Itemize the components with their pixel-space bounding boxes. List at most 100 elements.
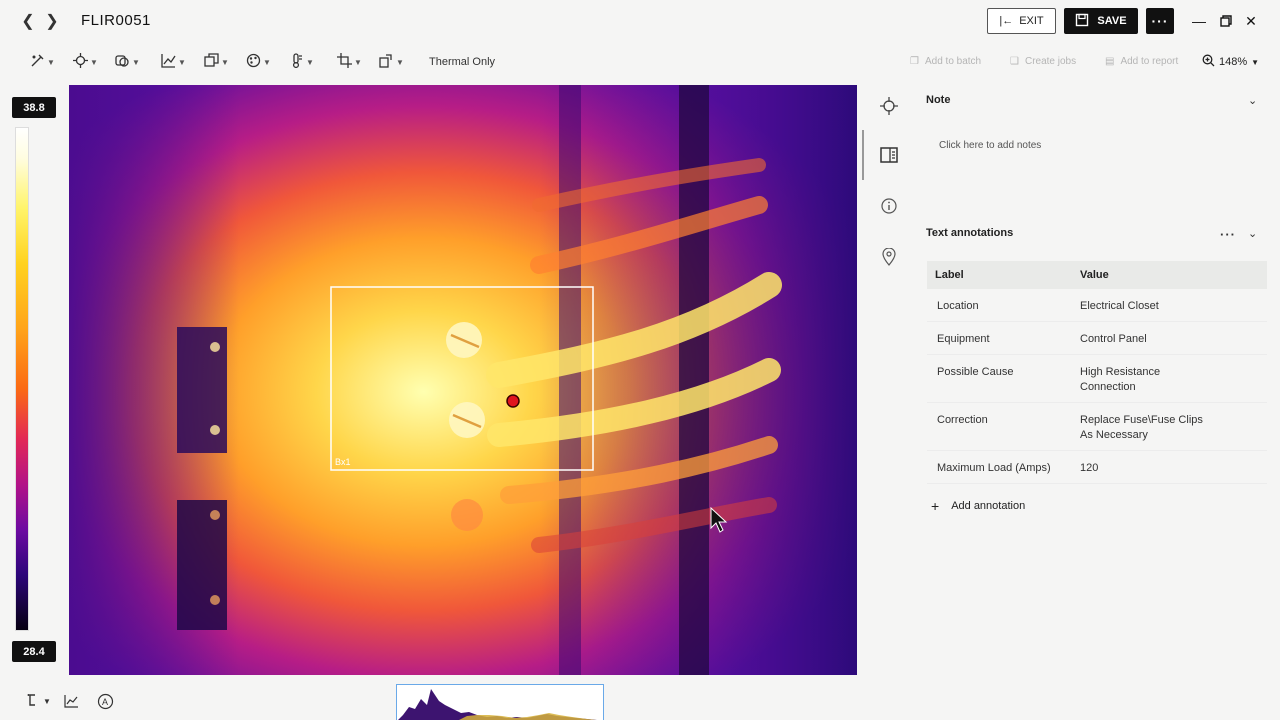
minimize-icon[interactable]: — (1190, 12, 1208, 30)
temperature-unit-button[interactable]: ▼ (27, 692, 51, 710)
histogram-toggle-icon[interactable] (64, 692, 79, 710)
info-icon[interactable] (878, 195, 900, 217)
annotation-value[interactable]: Electrical Closet (1080, 299, 1210, 312)
scale-min-value[interactable]: 28.4 (12, 641, 56, 662)
create-jobs-label: Create jobs (1024, 56, 1077, 67)
shape-tool-button[interactable]: ▼ (115, 52, 140, 72)
annotation-value[interactable]: Control Panel (1080, 332, 1210, 345)
chevron-down-icon: ▼ (1251, 57, 1260, 67)
line-chart-icon (161, 53, 176, 71)
measurement-box-label: Bx1 (335, 457, 351, 467)
create-jobs-button[interactable]: ❑ Create jobs (1010, 56, 1076, 67)
save-label: SAVE (1097, 15, 1127, 27)
text-annotations-heading: Text annotations (926, 227, 1014, 239)
crosshair-icon (73, 53, 88, 71)
annotation-label: Equipment (937, 333, 990, 345)
chevron-down-icon: ▼ (47, 57, 55, 67)
annotation-label: Location (937, 300, 979, 312)
more-options-button[interactable]: ··· (1146, 8, 1174, 34)
chevron-down-icon: ▼ (396, 57, 404, 67)
add-to-report-label: Add to report (1120, 56, 1179, 67)
annotation-label: Maximum Load (Amps) (937, 462, 1051, 474)
thermometer-icon (289, 53, 304, 71)
chevron-down-icon: ▼ (221, 57, 229, 67)
auto-adjust-icon[interactable]: A (97, 692, 114, 710)
measurement-crosshair-icon[interactable] (878, 95, 900, 117)
add-to-batch-button[interactable]: ❐ Add to batch (910, 56, 981, 67)
rotate-tool-button[interactable]: ▼ (379, 52, 404, 72)
note-input[interactable]: Click here to add notes (939, 140, 1041, 151)
table-row[interactable]: Equipment Control Panel (927, 322, 1267, 355)
location-pin-icon[interactable] (878, 246, 900, 268)
shapes-icon (115, 53, 130, 71)
layers-icon (204, 53, 219, 71)
add-annotation-button[interactable]: + Add annotation (931, 498, 1025, 514)
thermal-image[interactable]: Bx1 (69, 85, 857, 675)
table-row[interactable]: Possible Cause High Resistance Connectio… (927, 355, 1267, 403)
chevron-down-icon: ▼ (90, 57, 98, 67)
chevron-down-icon: ▼ (132, 57, 140, 67)
temperature-scale: 38.8 28.4 (12, 97, 56, 665)
add-annotation-label: Add annotation (951, 500, 1026, 512)
chevron-down-icon: ▼ (306, 57, 314, 67)
crop-tool-button[interactable]: ▼ (337, 52, 362, 72)
zoom-icon (1202, 54, 1215, 70)
title-bar: ❮ ❯ FLIR0051 |← EXIT SAVE ··· — ✕ (0, 0, 1280, 42)
zoom-control[interactable]: 148% ▼ (1202, 54, 1259, 70)
label-column-header: Label (935, 269, 964, 281)
batch-icon: ❐ (910, 56, 919, 67)
chevron-down-icon[interactable]: ⌄ (1248, 227, 1257, 240)
add-to-report-button[interactable]: ▤ Add to report (1105, 56, 1178, 67)
zoom-level: 148% (1219, 56, 1248, 68)
temperature-tool-button[interactable]: ▼ (289, 52, 314, 72)
exit-label: EXIT (1019, 15, 1044, 27)
histogram[interactable] (396, 684, 604, 720)
close-icon[interactable]: ✕ (1242, 12, 1260, 30)
bottom-bar: ▼ A (0, 684, 1280, 720)
chevron-down-icon[interactable]: ⌄ (1248, 94, 1257, 107)
active-tab-indicator (862, 130, 864, 180)
table-row[interactable]: Correction Replace Fuse\Fuse Clips As Ne… (927, 403, 1267, 451)
chevron-down-icon: ▼ (354, 57, 362, 67)
file-title: FLIR0051 (81, 12, 151, 29)
svg-text:A: A (102, 697, 108, 707)
value-column-header: Value (1080, 269, 1109, 281)
chevron-down-icon: ▼ (178, 57, 186, 67)
table-row[interactable]: Location Electrical Closet (927, 289, 1267, 322)
palette-icon (246, 53, 261, 71)
exit-icon: |← (999, 15, 1014, 27)
restore-icon[interactable] (1217, 12, 1235, 30)
save-icon (1075, 13, 1089, 30)
annotation-value[interactable]: Replace Fuse\Fuse Clips As Necessary (1080, 413, 1210, 441)
celsius-icon (27, 693, 43, 710)
layers-tool-button[interactable]: ▼ (204, 52, 229, 72)
save-button[interactable]: SAVE (1064, 8, 1138, 34)
color-palette-bar[interactable] (15, 127, 29, 631)
plus-icon: + (931, 498, 940, 514)
image-mode-selector[interactable]: Thermal Only (429, 56, 495, 68)
rotate-icon (379, 53, 394, 71)
forward-arrow-icon[interactable]: ❯ (42, 11, 62, 31)
tool-bar: ▼ ▼ ▼ ▼ ▼ ▼ ▼ ▼ ▼ Thermal Only ❐ Add to … (0, 42, 1280, 82)
annotations-more-icon[interactable]: ··· (1220, 227, 1236, 242)
back-arrow-icon[interactable]: ❮ (18, 11, 38, 31)
annotation-value[interactable]: 120 (1080, 461, 1210, 474)
notes-panel-icon[interactable] (878, 144, 900, 166)
line-tool-button[interactable]: ▼ (161, 52, 186, 72)
table-header: Label Value (927, 261, 1267, 289)
jobs-icon: ❑ (1010, 56, 1019, 67)
crosshair-tool-button[interactable]: ▼ (73, 52, 98, 72)
annotations-table: Label Value Location Electrical Closet E… (927, 261, 1267, 484)
spot-tool-button[interactable]: ▼ (30, 52, 55, 72)
exit-button[interactable]: |← EXIT (987, 8, 1056, 34)
hot-spot-marker[interactable] (506, 394, 520, 408)
annotation-label: Possible Cause (937, 366, 1014, 378)
palette-tool-button[interactable]: ▼ (246, 52, 271, 72)
spot-pen-icon (30, 53, 45, 71)
chevron-down-icon: ▼ (263, 57, 271, 67)
annotation-value[interactable]: High Resistance Connection (1080, 365, 1210, 393)
table-row[interactable]: Maximum Load (Amps) 120 (927, 451, 1267, 484)
scale-max-value[interactable]: 38.8 (12, 97, 56, 118)
note-heading: Note (926, 94, 951, 106)
crop-icon (337, 53, 352, 71)
